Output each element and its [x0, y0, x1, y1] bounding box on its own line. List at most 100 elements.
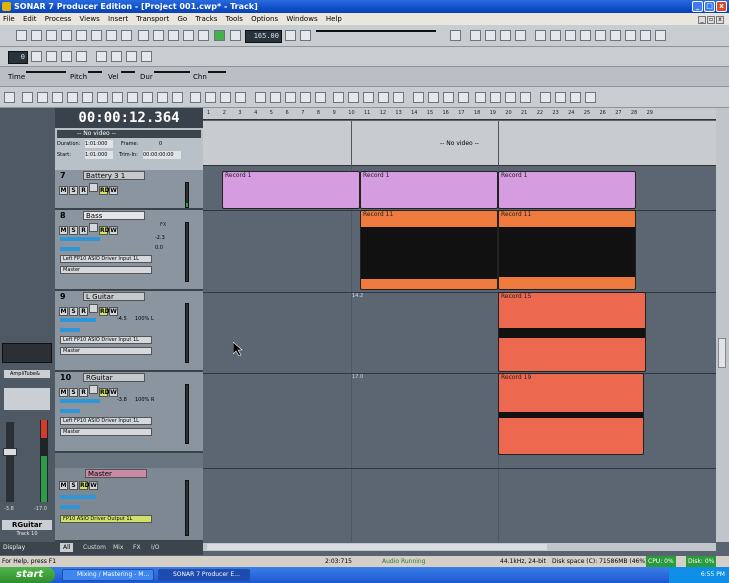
group-button[interactable]	[270, 92, 281, 103]
write-automation-button[interactable]: W	[109, 388, 118, 397]
scrub-tool-button[interactable]	[127, 92, 138, 103]
marker-dropdown[interactable]	[316, 30, 436, 32]
track-10[interactable]: 10 RGuitar M S R RDW -3.8 100% R Left FP10 …	[55, 372, 203, 453]
write-automation-button[interactable]: W	[109, 186, 118, 195]
vertical-scrollbar[interactable]	[716, 108, 729, 542]
display-button[interactable]: Display	[3, 544, 25, 551]
solo-button[interactable]: S	[69, 388, 78, 397]
output-selector[interactable]: Master	[60, 266, 152, 274]
volume-slider[interactable]	[60, 237, 100, 241]
pan-slider[interactable]	[60, 247, 80, 251]
arm-button[interactable]: R	[79, 226, 88, 235]
menu-options[interactable]: Options	[248, 13, 281, 25]
clip-menu-button[interactable]	[443, 92, 454, 103]
mute-tool-button[interactable]	[333, 92, 344, 103]
audio-snap-button[interactable]	[300, 92, 311, 103]
redo-button[interactable]	[121, 30, 132, 41]
tab-io[interactable]: I/O	[148, 543, 163, 552]
snap-button[interactable]	[450, 30, 461, 41]
open-button[interactable]	[31, 30, 42, 41]
input-echo-button[interactable]	[89, 183, 98, 192]
filter-button[interactable]	[205, 92, 216, 103]
lanes-button[interactable]	[255, 92, 266, 103]
markers-view-button[interactable]	[655, 30, 666, 41]
track-view-button[interactable]	[535, 30, 546, 41]
output-selector[interactable]: Master	[60, 347, 152, 355]
bus-output-selector[interactable]: FP10 ASIO Driver Output 1L	[60, 515, 152, 523]
input-echo-button[interactable]	[89, 223, 98, 232]
track-name[interactable]: RGuitar	[83, 373, 145, 382]
pan-slider[interactable]	[60, 409, 80, 413]
clip-record-11-b[interactable]: Record 11	[498, 210, 636, 290]
maximize-button[interactable]: □	[704, 1, 715, 12]
smart-tool-button[interactable]	[22, 92, 33, 103]
record-button[interactable]	[168, 30, 179, 41]
position-field[interactable]: 0	[8, 51, 28, 64]
clip-record-1-a[interactable]: Record 1	[222, 171, 360, 209]
solo-button[interactable]: S	[69, 186, 78, 195]
grid-button[interactable]	[96, 51, 107, 62]
erase-tool-button-2[interactable]	[97, 92, 108, 103]
arm-button[interactable]: R	[79, 388, 88, 397]
input-echo-button[interactable]	[89, 385, 98, 394]
loop-construction-button[interactable]	[610, 30, 621, 41]
fast-forward-button[interactable]	[198, 30, 209, 41]
track-menu-button[interactable]	[428, 92, 439, 103]
taskbar-item-mixing[interactable]: Mixing / Mastering - M...	[62, 569, 154, 581]
menu-tools[interactable]: Tools	[223, 13, 246, 25]
view-menu-button[interactable]	[458, 92, 469, 103]
read-automation-button[interactable]: RD	[79, 481, 90, 490]
clip-view-button[interactable]	[220, 92, 231, 103]
minimize-button[interactable]: _	[692, 1, 703, 12]
file-button[interactable]	[16, 30, 27, 41]
arranger-button[interactable]	[393, 92, 404, 103]
midi-button[interactable]	[46, 51, 57, 62]
undo-button[interactable]	[106, 30, 117, 41]
vertical-scroll-thumb[interactable]	[718, 338, 726, 368]
input-selector[interactable]: Left FP10 ASIO Driver Input 1L	[60, 336, 152, 344]
read-automation-button[interactable]: RD	[99, 226, 110, 235]
automation-button[interactable]	[235, 92, 246, 103]
track-7[interactable]: 7 Battery 3 1 M S R RDW	[55, 170, 203, 210]
show-meter-button[interactable]	[520, 92, 531, 103]
tab-custom[interactable]: Custom	[80, 543, 109, 552]
markers-button[interactable]	[348, 92, 359, 103]
zoom-tool-button[interactable]	[141, 51, 152, 62]
mute-button[interactable]: M	[59, 388, 68, 397]
pitch-field[interactable]	[88, 71, 102, 73]
mute-button[interactable]: M	[59, 186, 68, 195]
horizontal-scrollbar[interactable]	[203, 543, 716, 551]
menu-process[interactable]: Process	[42, 13, 75, 25]
event-list-button[interactable]	[595, 30, 606, 41]
quantize-button[interactable]	[315, 92, 326, 103]
menu-help[interactable]: Help	[323, 13, 345, 25]
mute-button[interactable]: M	[59, 481, 68, 490]
strip-name[interactable]: RGuitar	[2, 520, 52, 530]
doc-minimize-button[interactable]: _	[698, 16, 706, 24]
tempo-display[interactable]: 165.00	[245, 30, 282, 43]
read-automation-button[interactable]: RD	[99, 307, 110, 316]
edit-tool-button[interactable]	[485, 30, 496, 41]
menu-edit[interactable]: Edit	[20, 13, 40, 25]
menu-file[interactable]: File	[0, 13, 18, 25]
cut-button[interactable]	[61, 30, 72, 41]
menu-go[interactable]: Go	[174, 13, 190, 25]
collapse-tracks-button[interactable]	[555, 92, 566, 103]
vel-field[interactable]	[121, 71, 135, 73]
menu-insert[interactable]: Insert	[105, 13, 131, 25]
arm-button[interactable]: R	[79, 307, 88, 316]
time-field[interactable]	[26, 71, 66, 73]
horizontal-scroll-thumb[interactable]	[207, 544, 547, 550]
draw-tool-button-2[interactable]	[82, 92, 93, 103]
rewind-button[interactable]	[138, 30, 149, 41]
volume-slider[interactable]	[60, 399, 100, 403]
stop-button[interactable]	[153, 30, 164, 41]
keyboard-button[interactable]	[76, 51, 87, 62]
start-field[interactable]: 1:01:000	[85, 151, 113, 159]
bus-pan-slider[interactable]	[60, 505, 80, 509]
save-button[interactable]	[46, 30, 57, 41]
track-fx-button[interactable]	[413, 92, 424, 103]
tab-fx[interactable]: FX	[130, 543, 144, 552]
master-bus[interactable]: Master M S RDW FP10 ASIO Driver Output 1L	[55, 468, 203, 542]
paste-button[interactable]	[91, 30, 102, 41]
